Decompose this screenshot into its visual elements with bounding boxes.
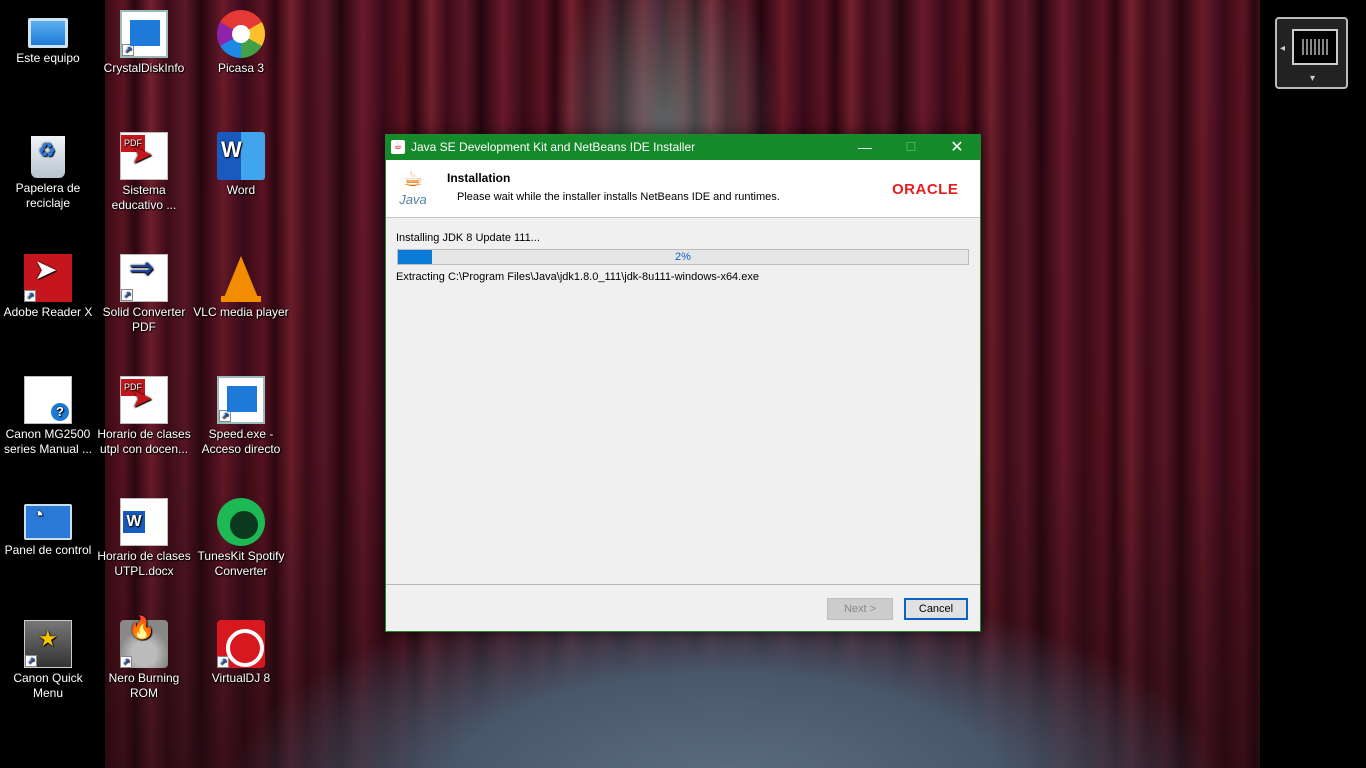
desktop-icon-canon-quick-menu[interactable]: ↗ Canon Quick Menu xyxy=(0,620,96,701)
desktop-icon-crystaldiskinfo[interactable]: ↗ CrystalDiskInfo xyxy=(96,10,192,76)
desktop-icon-horario-docx[interactable]: Horario de clases UTPL.docx xyxy=(96,498,192,579)
desktop-icon-label: Nero Burning ROM xyxy=(108,671,180,700)
desktop-icon-label: Solid Converter PDF xyxy=(102,305,186,334)
desktop-icon-label: Adobe Reader X xyxy=(3,305,93,319)
desktop-icon-label: Panel de control xyxy=(4,543,92,557)
desktop-icon-nero[interactable]: ↗ Nero Burning ROM xyxy=(96,620,192,701)
title-bar[interactable]: ☕ Java SE Development Kit and NetBeans I… xyxy=(386,135,980,160)
desktop-icon-panel-de-control[interactable]: Panel de control xyxy=(0,498,96,558)
next-button[interactable]: Next > xyxy=(827,598,893,620)
desktop-icon-label: Word xyxy=(226,183,256,197)
desktop-icon-este-equipo[interactable]: Este equipo xyxy=(0,10,96,66)
desktop-icon-virtualdj[interactable]: ↗ VirtualDJ 8 xyxy=(193,620,289,686)
desktop-icon-label: Este equipo xyxy=(16,51,80,65)
java-app-icon: ☕ xyxy=(391,140,405,154)
footer-divider xyxy=(386,584,980,585)
desktop-icon-canon-manual[interactable]: Canon MG2500 series Manual ... xyxy=(0,376,96,457)
desktop-icon-adobe-reader[interactable]: ↗ Adobe Reader X xyxy=(0,254,96,320)
shortcut-arrow-icon: ↗ xyxy=(24,290,36,302)
desktop-icon-label: Sistema educativo ... xyxy=(111,183,177,212)
progress-bar: 2% xyxy=(397,249,969,265)
shortcut-arrow-icon: ↗ xyxy=(25,655,37,667)
word-document-icon xyxy=(120,498,168,546)
solid-converter-icon: ↗ xyxy=(120,254,168,302)
shortcut-arrow-icon: ↗ xyxy=(217,656,229,668)
desktop-icon-speed-exe[interactable]: ↗ Speed.exe - Acceso directo xyxy=(193,376,289,457)
shortcut-arrow-icon: ↗ xyxy=(121,289,133,301)
tuneskit-icon xyxy=(217,498,265,546)
display-switch-widget[interactable]: ◂ ▾ xyxy=(1275,17,1348,89)
pdf-icon xyxy=(120,376,168,424)
word-icon xyxy=(217,132,265,180)
desktop-icon-label: Canon Quick Menu xyxy=(13,671,83,700)
desktop-icon-papelera[interactable]: Papelera de reciclaje xyxy=(0,132,96,211)
oracle-logo: ORACLE xyxy=(892,181,959,198)
step-description: Please wait while the installer installs… xyxy=(457,191,780,203)
desktop-icon-picasa[interactable]: Picasa 3 xyxy=(193,10,289,76)
maximize-button[interactable]: ☐ xyxy=(888,135,934,160)
desktop-icon-horario-pdf[interactable]: Horario de clases utpl con docen... xyxy=(96,376,192,457)
coffee-cup-icon: ☕ xyxy=(403,166,423,191)
shortcut-arrow-icon: ↗ xyxy=(120,656,132,668)
desktop-icon-label: VLC media player xyxy=(193,305,289,319)
nero-icon: ↗ xyxy=(120,620,168,668)
recycle-bin-icon xyxy=(31,136,65,178)
desktop-icon-sistema-educativo[interactable]: Sistema educativo ... xyxy=(96,132,192,213)
desktop-icon-label: TunesKit Spotify Converter xyxy=(197,549,285,578)
canon-manual-icon xyxy=(24,376,72,424)
installer-header: ☕ Java Installation Please wait while th… xyxy=(386,160,980,218)
monitor-icon xyxy=(1292,29,1338,65)
virtualdj-icon: ↗ xyxy=(217,620,265,668)
cancel-button[interactable]: Cancel xyxy=(904,598,968,620)
desktop-icon-label: Papelera de reciclaje xyxy=(15,181,81,210)
desktop-icon-label: CrystalDiskInfo xyxy=(103,61,185,75)
install-status: Installing JDK 8 Update 111... xyxy=(396,232,540,244)
desktop-icon-label: Canon MG2500 series Manual ... xyxy=(3,427,93,456)
java-logo-text: Java xyxy=(399,192,427,207)
desktop-icon-label: Horario de clases utpl con docen... xyxy=(97,427,191,456)
desktop-icon-vlc[interactable]: VLC media player xyxy=(193,254,289,320)
desktop-icon-tuneskit[interactable]: TunesKit Spotify Converter xyxy=(193,498,289,579)
shortcut-arrow-icon: ↗ xyxy=(122,44,134,56)
desktop-icon-label: Speed.exe - Acceso directo xyxy=(201,427,281,456)
java-logo-icon: ☕ Java xyxy=(396,166,430,214)
desktop-icon-word[interactable]: Word xyxy=(193,132,289,198)
caret-down-icon: ▾ xyxy=(1310,73,1316,84)
desktop-icon-label: Horario de clases UTPL.docx xyxy=(97,549,191,578)
step-title: Installation xyxy=(447,171,511,185)
caret-left-icon: ◂ xyxy=(1280,43,1286,54)
pdf-icon xyxy=(120,132,168,180)
close-button[interactable]: ✕ xyxy=(934,135,980,160)
desktop-icon-label: Picasa 3 xyxy=(217,61,265,75)
picasa-icon xyxy=(217,10,265,58)
canon-quick-menu-icon: ↗ xyxy=(24,620,72,668)
desktop-right-area xyxy=(1260,0,1366,768)
installer-window: ☕ Java SE Development Kit and NetBeans I… xyxy=(385,134,981,632)
adobe-reader-icon: ↗ xyxy=(24,254,72,302)
minimize-button[interactable]: — xyxy=(842,135,888,160)
window-title: Java SE Development Kit and NetBeans IDE… xyxy=(411,140,696,154)
desktop-icon-solid-converter[interactable]: ↗ Solid Converter PDF xyxy=(96,254,192,335)
shortcut-arrow-icon: ↗ xyxy=(219,410,231,422)
control-panel-icon xyxy=(24,504,72,540)
speed-exe-icon: ↗ xyxy=(217,376,265,424)
computer-icon xyxy=(28,18,68,48)
crystaldiskinfo-icon: ↗ xyxy=(120,10,168,58)
progress-percent: 2% xyxy=(675,251,691,263)
desktop-icon-label: VirtualDJ 8 xyxy=(211,671,271,685)
extract-detail: Extracting C:\Program Files\Java\jdk1.8.… xyxy=(396,271,759,283)
vlc-icon xyxy=(221,254,261,302)
